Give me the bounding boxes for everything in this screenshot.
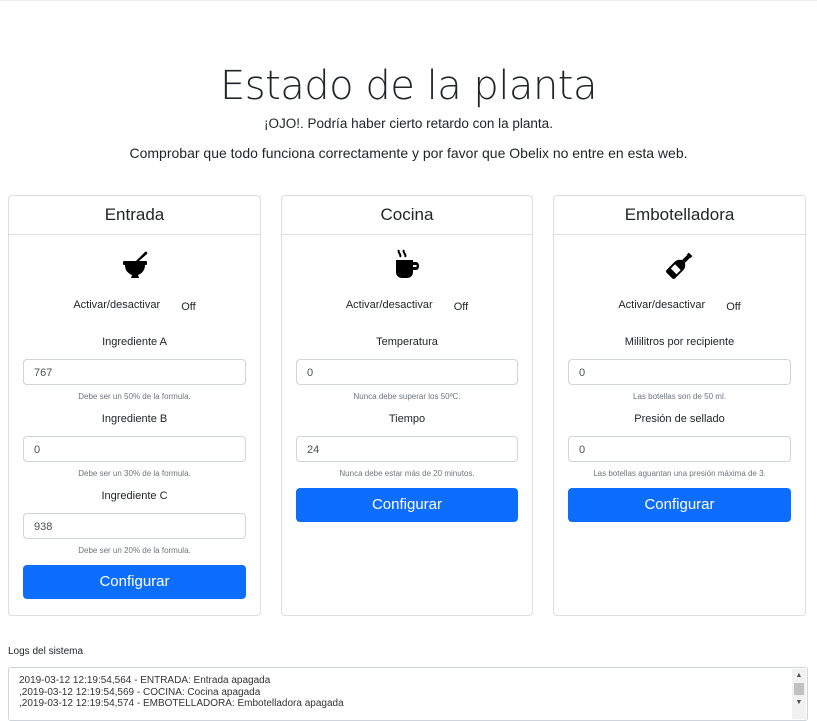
ingrediente-c-input[interactable]: 938	[23, 513, 246, 539]
card-title: Cocina	[282, 196, 532, 235]
tiempo-input[interactable]: 24	[296, 436, 518, 462]
field-label: Ingrediente A	[102, 336, 167, 348]
log-line: ,2019-03-12 12:19:54,574 - EMBOTELLADORA…	[19, 698, 344, 709]
help-text: Debe ser un 50% de la formula.	[78, 392, 191, 401]
toggle-state[interactable]: Off	[726, 301, 740, 313]
toggle-state[interactable]: Off	[454, 301, 468, 313]
ingrediente-a-input[interactable]: 767	[23, 359, 246, 385]
presion-input[interactable]: 0	[568, 436, 791, 462]
help-text: Nunca debe estar más de 20 minutos.	[339, 469, 475, 478]
help-text: Nunca debe superar los 50ºC.	[353, 392, 461, 401]
toggle-state[interactable]: Off	[181, 301, 195, 313]
mortar-pestle-icon	[120, 250, 150, 285]
log-line: 2019-03-12 12:19:54,564 - ENTRADA: Entra…	[19, 675, 271, 686]
toggle-label: Activar/desactivar	[73, 299, 161, 311]
hero: Estado de la planta ¡OJO!. Podría haber …	[0, 62, 817, 161]
wine-bottle-icon	[665, 250, 695, 285]
card-title: Embotelladora	[554, 196, 805, 235]
field-label: Ingrediente B	[101, 413, 168, 425]
toggle-label: Activar/desactivar	[618, 299, 706, 311]
field-label: Tiempo	[388, 413, 426, 425]
configure-cocina-button[interactable]: Configurar	[296, 488, 518, 522]
field-label: Mililitros por recipiente	[624, 336, 735, 348]
toggle-entrada[interactable]: Activar/desactivar Off	[23, 299, 246, 313]
temperatura-input[interactable]: 0	[296, 359, 518, 385]
toggle-cocina[interactable]: Activar/desactivar Off	[296, 299, 518, 313]
logs-textarea[interactable]: 2019-03-12 12:19:54,564 - ENTRADA: Entra…	[8, 667, 808, 721]
field-label: Ingrediente C	[101, 490, 168, 502]
card-embotelladora: Embotelladora Activar/desactivar Off Mil…	[553, 195, 806, 616]
help-text: Debe ser un 30% de la formula.	[78, 469, 191, 478]
configure-entrada-button[interactable]: Configurar	[23, 565, 246, 599]
card-title: Entrada	[9, 196, 260, 235]
top-divider	[0, 0, 817, 1]
page-title: Estado de la planta	[219, 63, 598, 109]
lead-text: Comprobar que todo funciona correctament…	[129, 145, 688, 161]
log-line: ,2019-03-12 12:19:54,569 - COCINA: Cocin…	[19, 686, 261, 698]
ingrediente-b-input[interactable]: 0	[23, 436, 246, 462]
delay-warning: ¡OJO!. Podría haber cierto retardo con l…	[264, 116, 553, 131]
help-text: Las botellas aguantan una presión máxima…	[593, 469, 766, 478]
card-entrada: Entrada Activar/desactivar Off Ingredien…	[8, 195, 261, 616]
scroll-thumb[interactable]	[794, 683, 804, 695]
mililitros-input[interactable]: 0	[568, 359, 791, 385]
field-label: Temperatura	[376, 336, 438, 348]
help-text: Debe ser un 20% de la formula.	[78, 546, 191, 555]
card-cocina: Cocina Activar/desactivar Off Temperatur…	[281, 195, 533, 616]
scroll-up-icon[interactable]: ▲	[792, 671, 806, 681]
mug-hot-icon	[392, 248, 422, 285]
help-text: Las botellas son de 50 ml.	[633, 392, 726, 401]
configure-embotelladora-button[interactable]: Configurar	[568, 488, 791, 522]
scroll-down-icon[interactable]: ▼	[792, 698, 806, 708]
toggle-label: Activar/desactivar	[345, 299, 433, 311]
toggle-embotelladora[interactable]: Activar/desactivar Off	[568, 299, 791, 313]
logs-label: Logs del sistema	[8, 646, 84, 657]
field-label: Presión de sellado	[634, 413, 725, 425]
logs-scrollbar[interactable]: ▲ ▼	[792, 669, 806, 719]
